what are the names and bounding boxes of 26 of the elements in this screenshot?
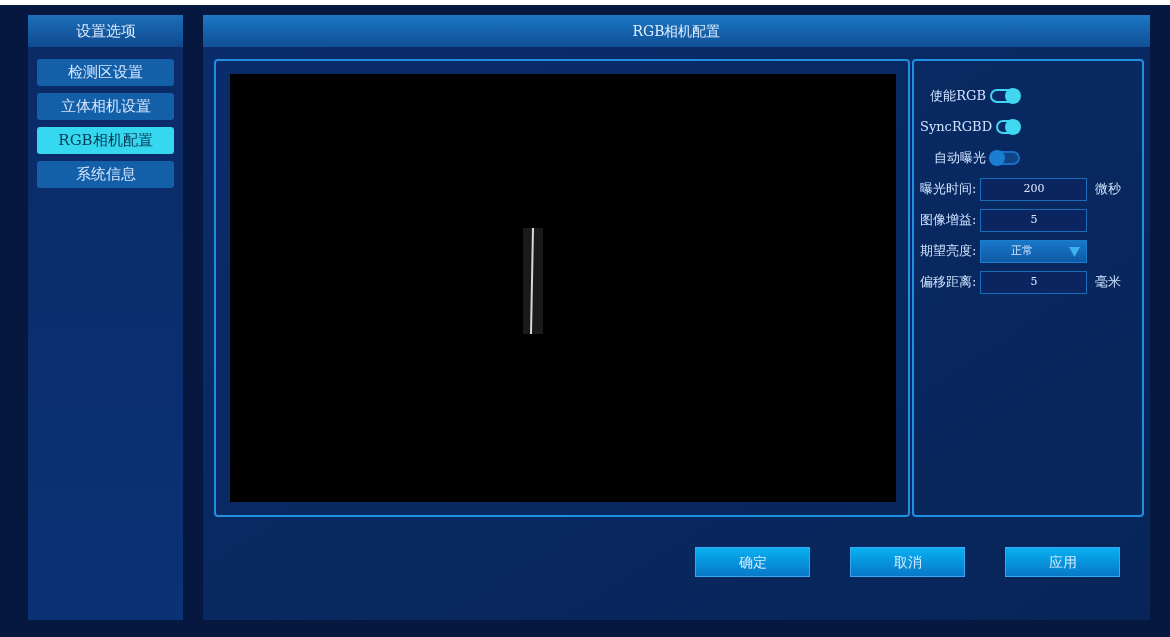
input-field[interactable]: 200 — [980, 177, 1088, 201]
input-field[interactable]: 5 — [980, 270, 1088, 294]
dropdown[interactable]: 正常 — [980, 239, 1088, 263]
toggle-switch[interactable] — [990, 151, 1020, 165]
panel-title: RGB相机配置 — [203, 15, 1150, 47]
setting-label: 偏移距离: — [920, 273, 977, 292]
unit-label: 毫米 — [1095, 273, 1122, 292]
unit-label: 微秒 — [1095, 180, 1122, 199]
sidebar-item[interactable]: 立体相机设置 — [37, 93, 174, 120]
setting-label: SyncRGBD — [920, 118, 993, 137]
sidebar-title: 设置选项 — [28, 15, 183, 47]
setting-label: 曝光时间: — [920, 180, 977, 199]
input-field[interactable]: 5 — [980, 208, 1088, 232]
toggle-switch[interactable] — [996, 120, 1020, 134]
setting-label: 期望亮度: — [920, 242, 977, 261]
setting-label: 使能RGB — [930, 87, 986, 106]
action-button[interactable]: 确定 — [695, 547, 810, 577]
toggle-switch[interactable] — [990, 89, 1020, 103]
setting-label: 图像增益: — [920, 211, 977, 230]
action-button[interactable]: 取消 — [850, 547, 965, 577]
sidebar-item[interactable]: RGB相机配置 — [37, 127, 174, 154]
sidebar-item[interactable]: 检测区设置 — [37, 59, 174, 86]
setting-label: 自动曝光 — [934, 149, 986, 168]
sidebar-item[interactable]: 系统信息 — [37, 161, 174, 188]
action-button[interactable]: 应用 — [1005, 547, 1120, 577]
caret-icon — [1069, 246, 1081, 257]
